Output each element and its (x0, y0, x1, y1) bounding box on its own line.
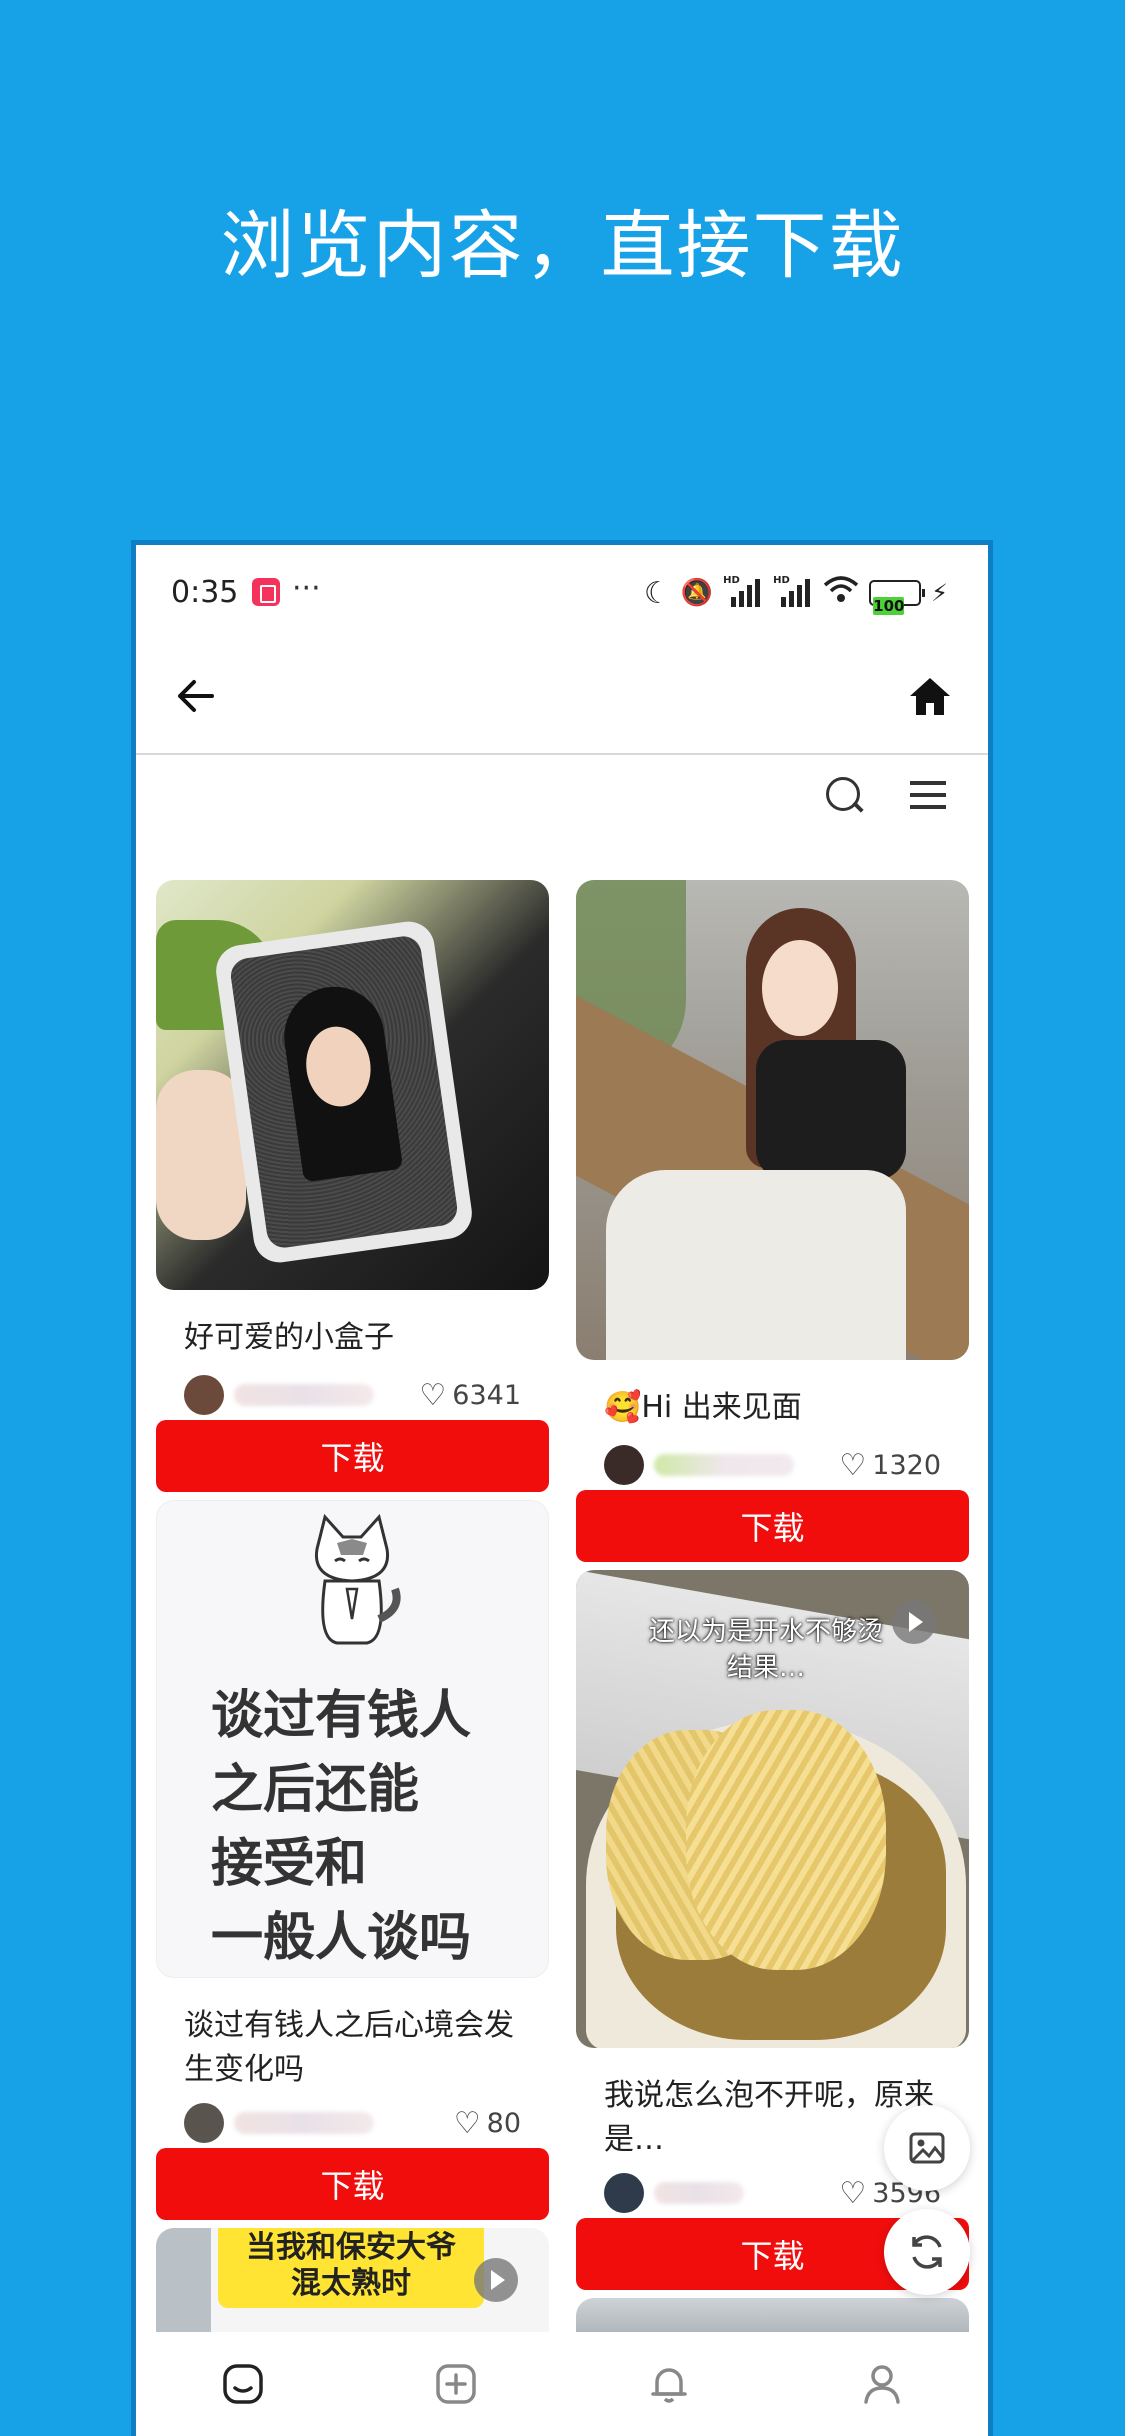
charging-icon: ⚡ (931, 579, 948, 607)
status-icons: ☾ 🔕 HD HD 100 ⚡ (643, 575, 948, 615)
author-name-blurred[interactable] (234, 2112, 374, 2134)
card-meta: ♡ 80 (156, 2088, 549, 2144)
caption-line: 混太熟时 (291, 2266, 411, 2301)
refresh-button[interactable] (884, 2209, 970, 2295)
person-face (762, 940, 838, 1036)
add-tab-icon[interactable] (426, 2354, 486, 2414)
card-image[interactable]: 当我和保安大爷 混太熟时 (156, 2228, 549, 2348)
signal-icon-2: HD (773, 575, 813, 607)
play-icon[interactable] (892, 1600, 936, 1644)
status-time: 0:35 (171, 575, 239, 610)
feed-tab-icon[interactable] (213, 2354, 273, 2414)
signal-icon-1: HD (723, 575, 763, 607)
image-button[interactable] (884, 2105, 970, 2191)
bell-tab-icon[interactable] (639, 2354, 699, 2414)
image-text-line: 谈过有钱人 (211, 1686, 472, 1746)
battery-icon: 100 (869, 580, 926, 615)
download-button[interactable]: 下载 (576, 1490, 969, 1562)
promo-headline: 浏览内容，直接下载 (220, 203, 905, 289)
download-button[interactable]: 下载 (156, 1420, 549, 1492)
caption-line: 还以为是开水不够烫 (648, 1617, 883, 1647)
feed-card[interactable]: 🥰Hi 出来见面 ♡ 1320 下载 (576, 880, 969, 1562)
card-title: 好可爱的小盒子 (184, 1320, 394, 1355)
card-meta: ♡ 6341 (156, 1360, 549, 1416)
play-icon[interactable] (474, 2258, 518, 2302)
moon-icon: ☾ (643, 575, 671, 611)
heart-icon[interactable]: ♡ (454, 2106, 481, 2141)
mute-icon: 🔕 (680, 578, 714, 608)
bottom-tab-bar (136, 2332, 988, 2436)
caption-line: 结果… (726, 1653, 805, 1683)
feed-card[interactable]: 好可爱的小盒子 ♡ 6341 下载 (156, 880, 549, 1492)
avatar[interactable] (184, 2103, 224, 2143)
card-image[interactable] (156, 880, 549, 1290)
card-meta: ♡ 1320 (576, 1430, 969, 1486)
feed-column-left: 好可爱的小盒子 ♡ 6341 下载 谈过有钱人 之后还能 接受和 一般人谈吗 谈… (156, 880, 549, 2348)
portrait-niche (277, 980, 404, 1183)
image-text-line: 一般人谈吗 (211, 1908, 472, 1968)
box-foam (228, 934, 460, 1250)
video-caption: 当我和保安大爷 混太熟时 (218, 2228, 484, 2308)
phone-screen: 0:35 ··· ☾ 🔕 HD HD 100 ⚡ 好可爱的小盒子 ♡ 6341 … (131, 540, 993, 2436)
author-name-blurred[interactable] (654, 2182, 744, 2204)
back-arrow-icon[interactable] (176, 673, 216, 727)
caption-line: 当我和保安大爷 (246, 2230, 456, 2265)
card-image[interactable] (576, 880, 969, 1360)
top-navigation (136, 645, 988, 755)
card-title: 🥰Hi 出来见面 (604, 1390, 802, 1425)
heart-icon[interactable]: ♡ (839, 2176, 866, 2211)
image-icon (909, 2132, 945, 2164)
search-icon[interactable] (824, 775, 864, 815)
refresh-icon (912, 2235, 942, 2269)
card-image[interactable]: 谈过有钱人 之后还能 接受和 一般人谈吗 (156, 1500, 549, 1978)
feed-card[interactable]: 谈过有钱人 之后还能 接受和 一般人谈吗 谈过有钱人之后心境会发生变化吗 ♡ 80… (156, 1500, 549, 2220)
noodle-block-2 (686, 1710, 886, 1970)
feed-card[interactable]: 当我和保安大爷 混太熟时 (156, 2228, 549, 2348)
author-name-blurred[interactable] (234, 1384, 374, 1406)
avatar[interactable] (184, 1375, 224, 1415)
cat-illustration (297, 1509, 407, 1649)
card-image[interactable]: 还以为是开水不够烫 结果… (576, 1570, 969, 2048)
avatar[interactable] (604, 2173, 644, 2213)
feed-tools (824, 775, 948, 815)
more-notifications-icon: ··· (292, 571, 321, 606)
person-top (756, 1040, 906, 1180)
menu-icon[interactable] (910, 775, 948, 815)
heart-icon[interactable]: ♡ (839, 1448, 866, 1483)
person-pants (606, 1170, 906, 1360)
status-bar: 0:35 ··· ☾ 🔕 HD HD 100 ⚡ (136, 545, 988, 645)
heart-icon[interactable]: ♡ (419, 1378, 446, 1413)
image-text-line: 接受和 (211, 1834, 368, 1894)
video-caption: 还以为是开水不够烫 结果… (616, 1614, 916, 1686)
like-count[interactable]: ♡ 1320 (839, 1448, 941, 1483)
avatar[interactable] (604, 1445, 644, 1485)
box-frame (212, 918, 476, 1266)
profile-tab-icon[interactable] (852, 2354, 912, 2414)
home-icon[interactable] (908, 675, 952, 719)
like-count[interactable]: ♡ 6341 (419, 1378, 521, 1413)
download-button[interactable]: 下载 (156, 2148, 549, 2220)
wifi-icon (823, 575, 859, 611)
like-count[interactable]: ♡ 80 (454, 2106, 521, 2141)
card-title: 谈过有钱人之后心境会发生变化吗 (184, 2008, 514, 2087)
image-text-block: 谈过有钱人 之后还能 接受和 一般人谈吗 (211, 1679, 471, 1975)
app-notification-icon (252, 578, 280, 606)
figurine-face (301, 1022, 376, 1111)
image-text-line: 之后还能 (211, 1760, 420, 1820)
author-name-blurred[interactable] (654, 1454, 794, 1476)
